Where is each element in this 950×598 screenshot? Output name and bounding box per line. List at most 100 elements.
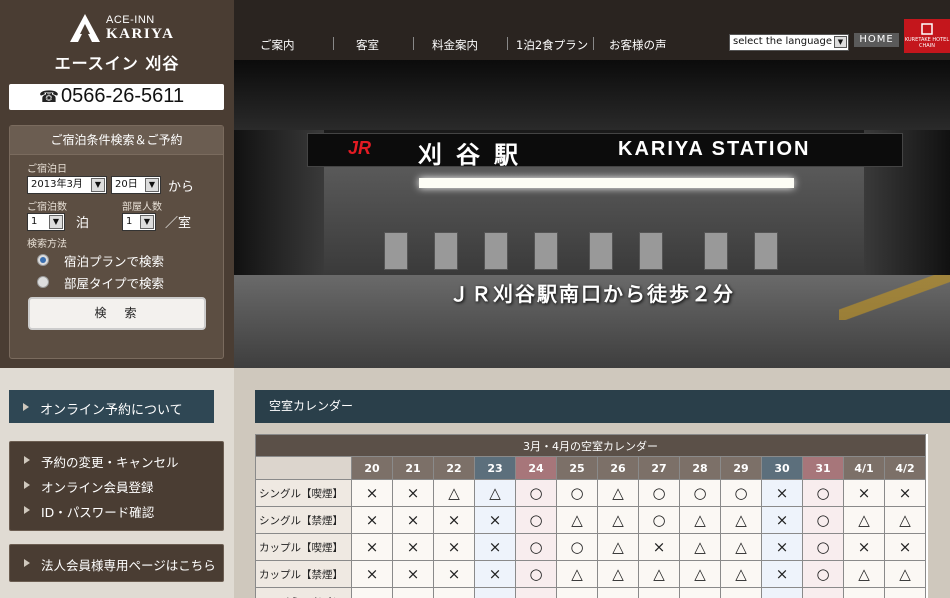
radio-room[interactable] xyxy=(37,276,49,288)
rooms-select[interactable]: 1 ▼ xyxy=(122,213,156,231)
availability-cell[interactable]: ○ xyxy=(638,506,680,534)
availability-cell[interactable]: ○ xyxy=(802,479,844,507)
availability-cell[interactable]: △ xyxy=(474,479,516,507)
date-header: 4/1 xyxy=(843,456,885,480)
nav-price[interactable]: 料金案内 xyxy=(432,37,478,53)
availability-cell: × xyxy=(433,560,475,588)
availability-cell: × xyxy=(392,506,434,534)
chevron-down-icon: ▼ xyxy=(140,215,154,229)
availability-cell: × xyxy=(433,533,475,561)
availability-cell: × xyxy=(638,533,680,561)
availability-cell[interactable]: △ xyxy=(597,479,639,507)
availability-cell[interactable]: △ xyxy=(884,560,926,588)
availability-cell[interactable]: ○ xyxy=(720,479,762,507)
availability-cell[interactable]: △ xyxy=(843,560,885,588)
chevron-down-icon: ▼ xyxy=(145,178,159,192)
nav-plan[interactable]: 1泊2食プラン xyxy=(516,37,588,53)
availability-cell xyxy=(351,587,393,598)
availability-cell[interactable]: ○ xyxy=(515,533,557,561)
availability-cell[interactable]: ○ xyxy=(638,479,680,507)
change-cancel-link[interactable]: 予約の変更・キャンセル xyxy=(10,450,223,470)
availability-cell[interactable]: ○ xyxy=(679,479,721,507)
nav-rooms[interactable]: 客室 xyxy=(356,37,379,53)
month-select[interactable]: 2013年3月 ▼ xyxy=(27,176,107,194)
date-header: 26 xyxy=(597,456,639,480)
jr-logo: JR xyxy=(348,138,372,158)
nights-select[interactable]: 1 ▼ xyxy=(27,213,65,231)
availability-cell[interactable]: ○ xyxy=(515,479,557,507)
id-password-link[interactable]: ID・パスワード確認 xyxy=(10,500,223,520)
availability-cell[interactable]: △ xyxy=(679,533,721,561)
search-panel: ご宿泊条件検索＆ご予約 ご宿泊日 2013年3月 ▼ 20日 ▼ から ご宿泊数 部… xyxy=(9,125,224,359)
arrow-right-icon xyxy=(23,403,29,411)
availability-cell[interactable]: △ xyxy=(679,506,721,534)
availability-cell[interactable]: ○ xyxy=(802,533,844,561)
online-reservation-link[interactable]: オンライン予約について xyxy=(9,390,214,423)
availability-cell: × xyxy=(433,506,475,534)
kuretake-mark-icon xyxy=(921,23,933,35)
hotel-logo[interactable]: ACE-INN KARIYA エースイン 刈谷 xyxy=(0,0,234,78)
availability-cell xyxy=(597,587,639,598)
availability-cell[interactable]: △ xyxy=(556,560,598,588)
availability-cell xyxy=(761,587,803,598)
availability-cell: × xyxy=(392,533,434,561)
stay-date-label: ご宿泊日 xyxy=(27,164,67,175)
search-button[interactable]: 検 索 xyxy=(28,297,206,330)
availability-cell[interactable]: △ xyxy=(638,560,680,588)
availability-cell: × xyxy=(351,479,393,507)
home-button[interactable]: HOME xyxy=(854,33,899,47)
language-select[interactable]: select the language ▼ xyxy=(729,34,849,51)
availability-cell[interactable]: △ xyxy=(679,560,721,588)
room-type-name: カップル【喫煙】 xyxy=(255,533,352,561)
room-type-header xyxy=(255,456,352,480)
member-links-box: 予約の変更・キャンセル オンライン会員登録 ID・パスワード確認 xyxy=(9,441,224,531)
availability-cell[interactable]: △ xyxy=(433,479,475,507)
availability-cell xyxy=(474,587,516,598)
date-header: 23 xyxy=(474,456,516,480)
availability-cell[interactable]: △ xyxy=(884,506,926,534)
date-header: 27 xyxy=(638,456,680,480)
nav-guide[interactable]: ご案内 xyxy=(260,37,295,53)
availability-cell[interactable]: △ xyxy=(597,560,639,588)
availability-cell: × xyxy=(351,560,393,588)
nights-unit: 泊 xyxy=(76,216,90,231)
corporate-member-link[interactable]: 法人会員様専用ページはこちら xyxy=(9,544,224,582)
availability-cell[interactable]: ○ xyxy=(802,560,844,588)
calendar-table: 3月・4月の空室カレンダー 20 21 22 23 24 25 26 27 28 29 30 31 4/… xyxy=(255,434,926,598)
from-text: から xyxy=(168,180,195,195)
availability-cell[interactable]: △ xyxy=(597,506,639,534)
member-register-link[interactable]: オンライン会員登録 xyxy=(10,475,223,495)
calendar-section-title: 空室カレンダー xyxy=(269,399,354,413)
radio-plan[interactable] xyxy=(37,254,49,266)
day-select[interactable]: 20日 ▼ xyxy=(111,176,161,194)
availability-cell[interactable]: ○ xyxy=(556,533,598,561)
chevron-down-icon: ▼ xyxy=(834,36,847,48)
availability-cell[interactable]: ○ xyxy=(802,506,844,534)
room-type-row: シングル【禁煙】 × × × × ○ △ △ ○ △ △ × ○ △ △ xyxy=(255,506,926,534)
arrow-right-icon xyxy=(24,456,30,464)
availability-cell xyxy=(720,587,762,598)
availability-cell[interactable]: △ xyxy=(720,560,762,588)
availability-cell[interactable]: △ xyxy=(720,533,762,561)
kuretake-logo[interactable]: KURETAKE HOTEL CHAIN xyxy=(904,19,950,53)
availability-cell[interactable]: ○ xyxy=(556,479,598,507)
room-type-row: シングル【喫煙】 × × △ △ ○ ○ △ ○ ○ ○ × ○ × × xyxy=(255,479,926,507)
logo-en-name: KARIYA xyxy=(106,26,175,42)
room-type-row: カップル【禁煙】 × × × × ○ △ △ △ △ △ × ○ △ △ xyxy=(255,560,926,588)
nav-divider xyxy=(413,37,414,50)
phone-number: 0566-26-5611 xyxy=(61,85,185,107)
availability-cell[interactable]: △ xyxy=(843,506,885,534)
availability-cell[interactable]: △ xyxy=(720,506,762,534)
ace-inn-logo-icon xyxy=(70,14,100,42)
nav-voice[interactable]: お客様の声 xyxy=(609,37,667,53)
availability-cell[interactable]: ○ xyxy=(515,506,557,534)
chevron-down-icon: ▼ xyxy=(49,215,63,229)
availability-cell: × xyxy=(761,479,803,507)
availability-cell[interactable]: △ xyxy=(597,533,639,561)
availability-cell[interactable]: △ xyxy=(556,506,598,534)
availability-cell xyxy=(679,587,721,598)
availability-cell: × xyxy=(351,506,393,534)
availability-cell[interactable]: ○ xyxy=(515,560,557,588)
room-type-name: シングル【禁煙】 xyxy=(255,506,352,534)
chevron-down-icon: ▼ xyxy=(91,178,105,192)
